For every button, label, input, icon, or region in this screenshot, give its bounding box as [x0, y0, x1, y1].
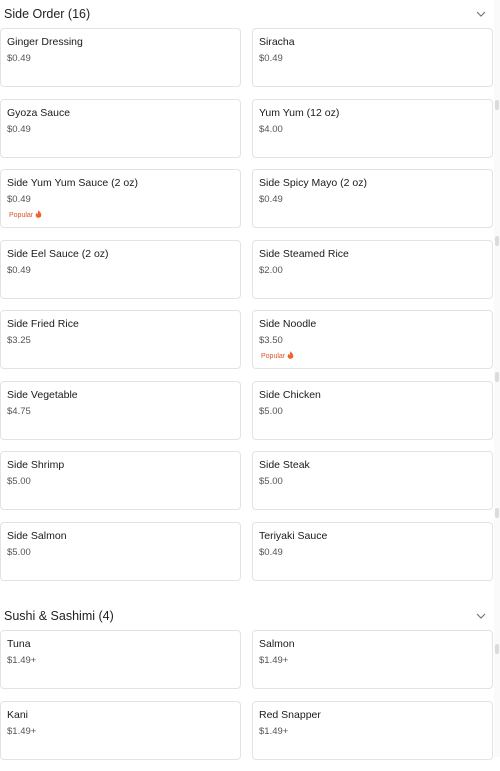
- menu-item-name: Side Eel Sauce (2 oz): [7, 247, 109, 260]
- scrollbar-tick: [495, 372, 499, 382]
- menu-item-card[interactable]: Ginger Dressing $0.49: [0, 28, 241, 87]
- menu-item-name: Salmon: [259, 638, 295, 650]
- menu-item-name: Side Spicy Mayo (2 oz): [259, 177, 367, 189]
- item-grid: Tuna $1.49+ Salmon $1.49+ Kani $1.49+ Red Snap…: [0, 630, 494, 771]
- menu-item-card[interactable]: Side Eel Sauce (2 oz) $0.49: [0, 239, 241, 299]
- section-side-order: Side Order (16) Ginger Dressing $0.49 Sira…: [0, 0, 494, 592]
- menu-item-price: $5.00: [259, 405, 283, 417]
- menu-item-name: Teriyaki Sauce: [259, 529, 328, 542]
- menu-item-card[interactable]: Side Chicken $5.00: [252, 380, 493, 440]
- chevron-down-icon[interactable]: [474, 609, 488, 623]
- popular-badge: Popular: [261, 351, 294, 361]
- menu-item-card[interactable]: Gyoza Sauce $0.49: [0, 98, 241, 158]
- menu-item-price: $4.75: [7, 405, 31, 417]
- menu-item-card[interactable]: Side Salmon $5.00: [0, 521, 241, 581]
- menu-item-name: Side Noodle: [259, 318, 317, 330]
- scrollbar-tick: [495, 236, 499, 246]
- fire-icon: [287, 351, 294, 361]
- menu-item-card[interactable]: Kani $1.49+: [0, 700, 241, 760]
- menu-item-price: $0.49: [7, 194, 31, 205]
- popular-badge: Popular: [9, 210, 42, 220]
- section-header[interactable]: Side Order (16): [0, 0, 494, 28]
- popular-badge-label: Popular: [9, 211, 34, 219]
- menu-item-card[interactable]: Teriyaki Sauce $0.49: [252, 521, 493, 581]
- menu-item-name: Side Yum Yum Sauce (2 oz): [7, 177, 138, 189]
- menu-item-price: $5.00: [7, 546, 31, 558]
- menu-item-card[interactable]: Side Fried Rice $3.25: [0, 310, 241, 369]
- menu-item-card[interactable]: Side Yum Yum Sauce (2 oz) $0.49 Popular: [0, 169, 241, 228]
- menu-item-price: $2.00: [259, 264, 283, 276]
- menu-item-price: $0.49: [259, 53, 283, 64]
- fire-icon: [35, 210, 42, 220]
- menu-item-card[interactable]: Side Noodle $3.50 Popular: [252, 310, 493, 369]
- menu-item-card[interactable]: Side Spicy Mayo (2 oz) $0.49: [252, 169, 493, 228]
- menu-item-price: $0.49: [7, 53, 31, 64]
- menu-item-name: Side Steamed Rice: [259, 247, 349, 260]
- section-header[interactable]: Sushi & Sashimi (4): [0, 602, 494, 630]
- menu-item-price: $1.49+: [7, 725, 37, 737]
- scrollbar[interactable]: [494, 0, 500, 757]
- menu-item-price: $0.49: [7, 123, 31, 135]
- menu-item-name: Yum Yum (12 oz): [259, 106, 340, 119]
- menu-item-card[interactable]: Tuna $1.49+: [0, 630, 241, 689]
- scrollbar-tick: [495, 508, 499, 518]
- menu-item-card[interactable]: Siracha $0.49: [252, 28, 493, 87]
- section-title: Sushi & Sashimi (4): [4, 609, 114, 623]
- menu-item-card[interactable]: Side Steak $5.00: [252, 451, 493, 510]
- menu-item-card[interactable]: Side Vegetable $4.75: [0, 380, 241, 440]
- menu-item-name: Side Vegetable: [7, 388, 78, 401]
- item-grid: Ginger Dressing $0.49 Siracha $0.49 Gyoza Sa…: [0, 28, 494, 592]
- menu-item-price: $4.00: [259, 123, 283, 135]
- menu-item-name: Kani: [7, 708, 29, 721]
- menu-item-name: Tuna: [7, 638, 31, 650]
- scrollbar-tick: [495, 100, 499, 110]
- menu-item-price: $1.49+: [259, 655, 289, 666]
- chevron-down-icon[interactable]: [474, 7, 488, 21]
- menu-item-name: Red Snapper: [259, 708, 321, 721]
- menu-item-price: $1.49+: [7, 655, 37, 666]
- menu-item-price: $5.00: [7, 476, 31, 487]
- menu-item-name: Side Chicken: [259, 388, 321, 401]
- menu-item-name: Side Salmon: [7, 529, 67, 542]
- popular-badge-label: Popular: [261, 352, 286, 360]
- menu-item-name: Gyoza Sauce: [7, 106, 71, 119]
- menu-item-name: Side Shrimp: [7, 459, 65, 471]
- menu-item-price: $0.49: [259, 194, 283, 205]
- menu-item-card[interactable]: Red Snapper $1.49+: [252, 700, 493, 760]
- section-title: Side Order (16): [4, 7, 91, 21]
- menu-item-card[interactable]: Side Shrimp $5.00: [0, 451, 241, 510]
- menu-item-name: Siracha: [259, 36, 295, 48]
- menu-item-card[interactable]: Salmon $1.49+: [252, 630, 493, 689]
- menu-item-price: $3.50: [259, 335, 283, 346]
- menu-item-price: $3.25: [7, 335, 31, 346]
- section-sushi-sashimi: Sushi & Sashimi (4) Tuna $1.49+ Salmon $1.4…: [0, 602, 494, 771]
- menu-item-price: $5.00: [259, 476, 283, 487]
- menu-item-card[interactable]: Yum Yum (12 oz) $4.00: [252, 98, 493, 158]
- menu-item-card[interactable]: Side Steamed Rice $2.00: [252, 239, 493, 299]
- menu-item-name: Side Steak: [259, 459, 310, 471]
- menu-item-name: Ginger Dressing: [7, 36, 83, 48]
- menu-item-price: $0.49: [7, 264, 31, 276]
- scrollbar-tick: [495, 644, 499, 654]
- menu-item-price: $1.49+: [259, 725, 289, 737]
- menu-item-name: Side Fried Rice: [7, 318, 79, 330]
- menu-item-price: $0.49: [259, 546, 283, 558]
